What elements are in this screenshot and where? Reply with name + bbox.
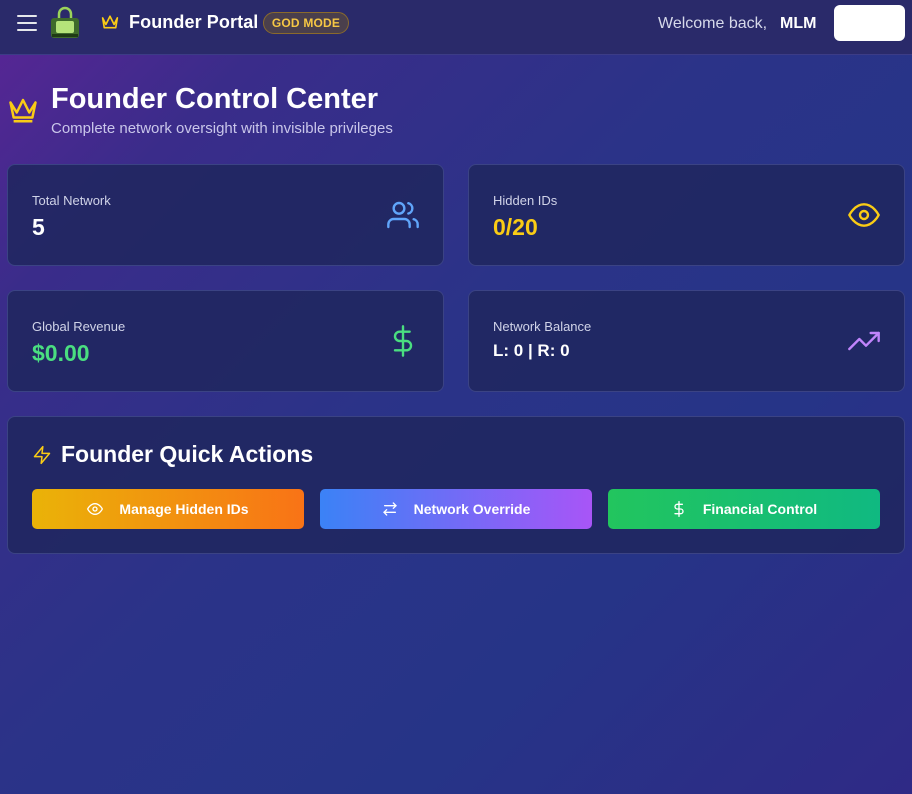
button-label: Manage Hidden IDs bbox=[119, 501, 249, 517]
user-menu-button[interactable] bbox=[834, 5, 905, 41]
welcome-text: Welcome back, bbox=[658, 15, 768, 32]
manage-hidden-ids-button[interactable]: Manage Hidden IDs bbox=[32, 489, 304, 529]
eye-icon bbox=[848, 203, 880, 227]
stat-value: 0/20 bbox=[493, 214, 538, 240]
quick-actions-panel: Founder Quick Actions Manage Hidden IDs … bbox=[7, 416, 905, 554]
stat-value: L: 0 | R: 0 bbox=[493, 341, 570, 360]
crown-icon bbox=[9, 98, 37, 123]
button-label: Financial Control bbox=[702, 501, 818, 517]
stat-value: $0.00 bbox=[32, 340, 90, 366]
stat-label: Global Revenue bbox=[32, 319, 126, 334]
button-label: Network Override bbox=[413, 501, 531, 517]
dollar-icon bbox=[393, 325, 413, 357]
dollar-icon bbox=[674, 501, 684, 517]
lightning-icon bbox=[33, 445, 51, 465]
trending-up-icon bbox=[848, 331, 880, 351]
swap-arrows-icon bbox=[382, 502, 397, 516]
logo-icon bbox=[51, 6, 79, 38]
stat-card-hidden-ids: Hidden IDs 0/20 bbox=[468, 164, 905, 266]
top-navbar: Founder Portal GOD MODE Welcome back, ML… bbox=[0, 0, 912, 55]
menu-icon[interactable] bbox=[17, 15, 37, 33]
page-subtitle: Complete network oversight with invisibl… bbox=[51, 120, 393, 137]
stat-label: Network Balance bbox=[493, 319, 592, 334]
stat-value: 5 bbox=[32, 214, 45, 240]
stat-card-total-network: Total Network 5 bbox=[7, 164, 444, 266]
brand-title: Founder Portal bbox=[129, 12, 259, 32]
stat-label: Hidden IDs bbox=[493, 193, 558, 208]
stat-label: Total Network bbox=[32, 193, 111, 208]
crown-icon bbox=[101, 15, 119, 29]
quick-actions-title: Founder Quick Actions bbox=[61, 441, 314, 467]
stat-card-network-balance: Network Balance L: 0 | R: 0 bbox=[468, 290, 905, 392]
page-title: Founder Control Center bbox=[51, 83, 379, 115]
network-override-button[interactable]: Network Override bbox=[320, 489, 592, 529]
eye-icon bbox=[87, 503, 104, 515]
stat-card-global-revenue: Global Revenue $0.00 bbox=[7, 290, 444, 392]
username: MLM bbox=[780, 15, 817, 32]
god-mode-badge: GOD MODE bbox=[263, 12, 349, 34]
financial-control-button[interactable]: Financial Control bbox=[608, 489, 880, 529]
users-icon bbox=[387, 201, 419, 229]
